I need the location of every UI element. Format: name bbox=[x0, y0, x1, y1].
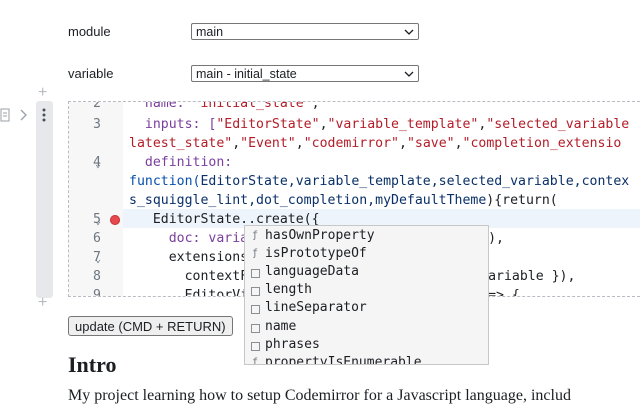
line-number: 3 bbox=[93, 117, 101, 132]
autocomplete-item-label: name bbox=[265, 319, 297, 334]
autocomplete-item[interactable]: ƒ hasOwnProperty bbox=[245, 227, 488, 245]
autocomplete-item-label: length bbox=[265, 282, 312, 297]
document-icon[interactable] bbox=[0, 108, 10, 122]
autocomplete-item-label: lineSeparator bbox=[265, 300, 367, 315]
autocomplete-item[interactable]: languageData bbox=[245, 263, 488, 281]
chevron-down-icon bbox=[404, 71, 414, 77]
autocomplete-item[interactable]: length bbox=[245, 281, 488, 299]
module-select[interactable]: main bbox=[191, 23, 419, 40]
autocomplete-item-label: propertyIsEnumerable bbox=[265, 355, 422, 365]
autocomplete-popup[interactable]: ƒ hasOwnProperty ƒ isPrototypeOf languag… bbox=[244, 225, 489, 365]
breakpoint-icon[interactable] bbox=[110, 215, 120, 225]
property-icon bbox=[251, 269, 260, 278]
fold-toggle[interactable]: ⌄ bbox=[95, 216, 101, 227]
line-number: 6 bbox=[93, 231, 101, 246]
autocomplete-item[interactable]: name bbox=[245, 318, 488, 336]
property-icon bbox=[251, 305, 260, 314]
variable-select[interactable]: main - initial_state bbox=[191, 65, 419, 82]
code-line-wrapped: s_squiggle_lint,dot_completion,myDefault… bbox=[129, 193, 558, 208]
autocomplete-item[interactable]: ƒ propertyIsEnumerable bbox=[245, 354, 488, 365]
autocomplete-item[interactable]: phrases bbox=[245, 336, 488, 354]
module-label: module bbox=[68, 24, 111, 39]
fold-toggle[interactable]: ⌄ bbox=[95, 159, 101, 170]
property-icon bbox=[251, 324, 260, 333]
section-heading: Intro bbox=[68, 352, 117, 377]
update-button[interactable]: update (CMD + RETURN) bbox=[68, 316, 233, 336]
chevron-down-icon bbox=[404, 29, 414, 35]
drag-handle-icon[interactable] bbox=[41, 107, 47, 123]
add-cell-above-button[interactable]: + bbox=[38, 85, 47, 101]
fold-toggle[interactable]: ⌄ bbox=[95, 254, 101, 265]
function-icon: ƒ bbox=[251, 230, 259, 241]
autocomplete-item-label: phrases bbox=[265, 337, 320, 352]
chevron-right-icon[interactable] bbox=[18, 109, 28, 121]
function-icon: ƒ bbox=[251, 248, 259, 259]
add-cell-below-button[interactable]: + bbox=[38, 295, 47, 311]
cell-drag-rail[interactable] bbox=[36, 101, 53, 298]
property-icon bbox=[251, 342, 260, 351]
property-icon bbox=[251, 287, 260, 296]
autocomplete-item-label: hasOwnProperty bbox=[265, 228, 375, 243]
code-line: name: "initial_state", bbox=[129, 101, 320, 111]
variable-select-value: main - initial_state bbox=[196, 67, 297, 81]
clipped-heading bbox=[70, 0, 260, 3]
autocomplete-item-label: isPrototypeOf bbox=[265, 246, 367, 261]
function-icon: ƒ bbox=[251, 357, 259, 365]
autocomplete-item[interactable]: lineSeparator bbox=[245, 299, 488, 317]
module-select-value: main bbox=[196, 25, 224, 39]
section-paragraph: My project learning how to setup Codemir… bbox=[68, 387, 571, 404]
line-number: 2 bbox=[93, 101, 101, 111]
line-number: 9 bbox=[93, 288, 101, 297]
line-number: 8 bbox=[93, 269, 101, 284]
code-line: inputs: ["EditorState","variable_templat… bbox=[129, 117, 630, 132]
autocomplete-item-label: languageData bbox=[265, 264, 359, 279]
code-line-wrapped: function(EditorState,variable_template,s… bbox=[129, 174, 630, 189]
variable-label: variable bbox=[68, 66, 114, 81]
code-line-wrapped: latest_state","Event","codemirror","save… bbox=[129, 136, 622, 151]
code-line: definition: bbox=[129, 155, 233, 170]
autocomplete-item[interactable]: ƒ isPrototypeOf bbox=[245, 245, 488, 263]
code-line: extensions bbox=[129, 250, 249, 265]
